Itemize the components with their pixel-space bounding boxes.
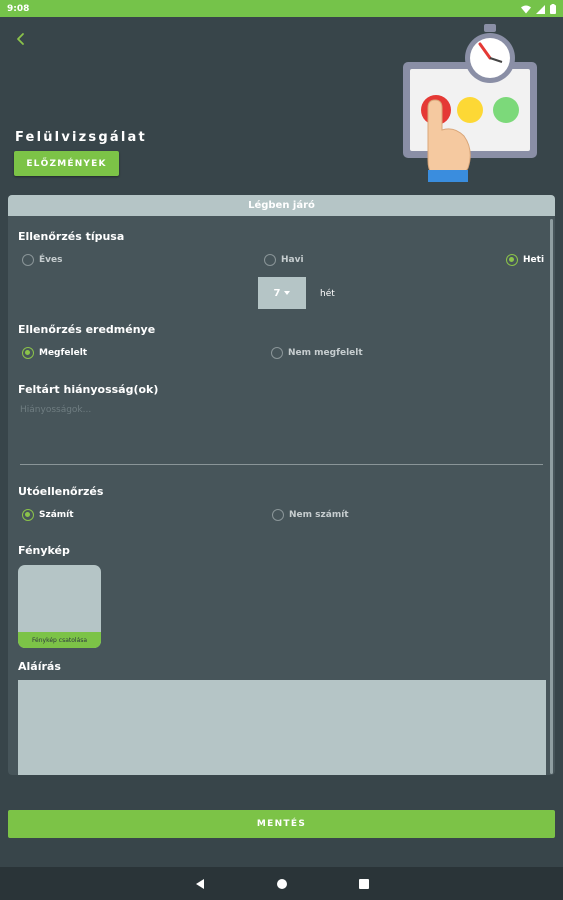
- radio-counts[interactable]: Számít: [22, 509, 74, 521]
- signature-pad[interactable]: [18, 680, 546, 775]
- battery-icon: [550, 0, 556, 18]
- week-unit-label: hét: [320, 289, 335, 299]
- radio-passed-dot[interactable]: [22, 347, 34, 359]
- signature-label: Aláírás: [18, 660, 61, 673]
- week-select[interactable]: 7: [258, 277, 306, 309]
- photo-upload-tile[interactable]: Fénykép csatolása: [18, 565, 101, 648]
- back-arrow-icon: [14, 33, 28, 52]
- radio-weekly[interactable]: Heti: [506, 254, 544, 266]
- defects-label: Feltárt hiányosság(ok): [18, 383, 159, 396]
- wifi-icon: [521, 0, 531, 18]
- defects-input[interactable]: Hiányosságok...: [20, 405, 91, 415]
- chevron-down-icon: [284, 291, 291, 295]
- status-time: 9:08: [7, 3, 30, 14]
- radio-passed[interactable]: Megfelelt: [22, 347, 87, 359]
- radio-monthly[interactable]: Havi: [264, 254, 304, 266]
- result-label: Ellenőrzés eredménye: [18, 323, 156, 336]
- page-title: Felülvizsgálat: [15, 130, 147, 145]
- radio-not-counts-dot[interactable]: [272, 509, 284, 521]
- nav-back-icon[interactable]: [194, 878, 206, 890]
- followup-label: Utóellenőrzés: [18, 485, 104, 498]
- radio-weekly-label: Heti: [523, 255, 545, 265]
- status-bar: 9:08: [0, 0, 563, 17]
- back-button[interactable]: [14, 30, 32, 48]
- radio-passed-label: Megfelelt: [39, 348, 88, 358]
- inspection-card: Légben járó Ellenőrzés típusa Éves Havi …: [8, 195, 555, 775]
- radio-failed[interactable]: Nem megfelelt: [271, 347, 363, 359]
- radio-not-counts[interactable]: Nem számít: [272, 509, 349, 521]
- photo-label: Fénykép: [18, 544, 70, 557]
- week-select-value: 7: [273, 287, 281, 299]
- radio-failed-dot[interactable]: [271, 347, 283, 359]
- scrollbar[interactable]: [550, 219, 553, 774]
- card-header: Légben járó: [8, 195, 555, 216]
- radio-yearly-label: Éves: [39, 255, 63, 265]
- nav-home-icon[interactable]: [276, 878, 288, 890]
- radio-monthly-label: Havi: [281, 255, 304, 265]
- save-button[interactable]: MENTÉS: [8, 810, 555, 838]
- radio-yearly[interactable]: Éves: [22, 254, 62, 266]
- history-button[interactable]: ELŐZMÉNYEK: [14, 151, 119, 176]
- defects-divider: [20, 464, 543, 465]
- system-navbar: [0, 867, 563, 900]
- hero-illustration: [398, 20, 546, 185]
- nav-recents-icon[interactable]: [358, 878, 370, 890]
- radio-weekly-dot[interactable]: [506, 254, 518, 266]
- stopwatch-icon: [465, 24, 515, 83]
- radio-counts-label: Számít: [39, 510, 74, 520]
- radio-monthly-dot[interactable]: [264, 254, 276, 266]
- status-icons: [521, 0, 556, 18]
- radio-not-counts-label: Nem számít: [289, 510, 349, 520]
- signal-icon: [536, 0, 545, 18]
- attach-photo-button[interactable]: Fénykép csatolása: [18, 632, 101, 648]
- radio-yearly-dot[interactable]: [22, 254, 34, 266]
- radio-failed-label: Nem megfelelt: [288, 348, 363, 358]
- inspection-type-label: Ellenőrzés típusa: [18, 230, 125, 243]
- radio-counts-dot[interactable]: [22, 509, 34, 521]
